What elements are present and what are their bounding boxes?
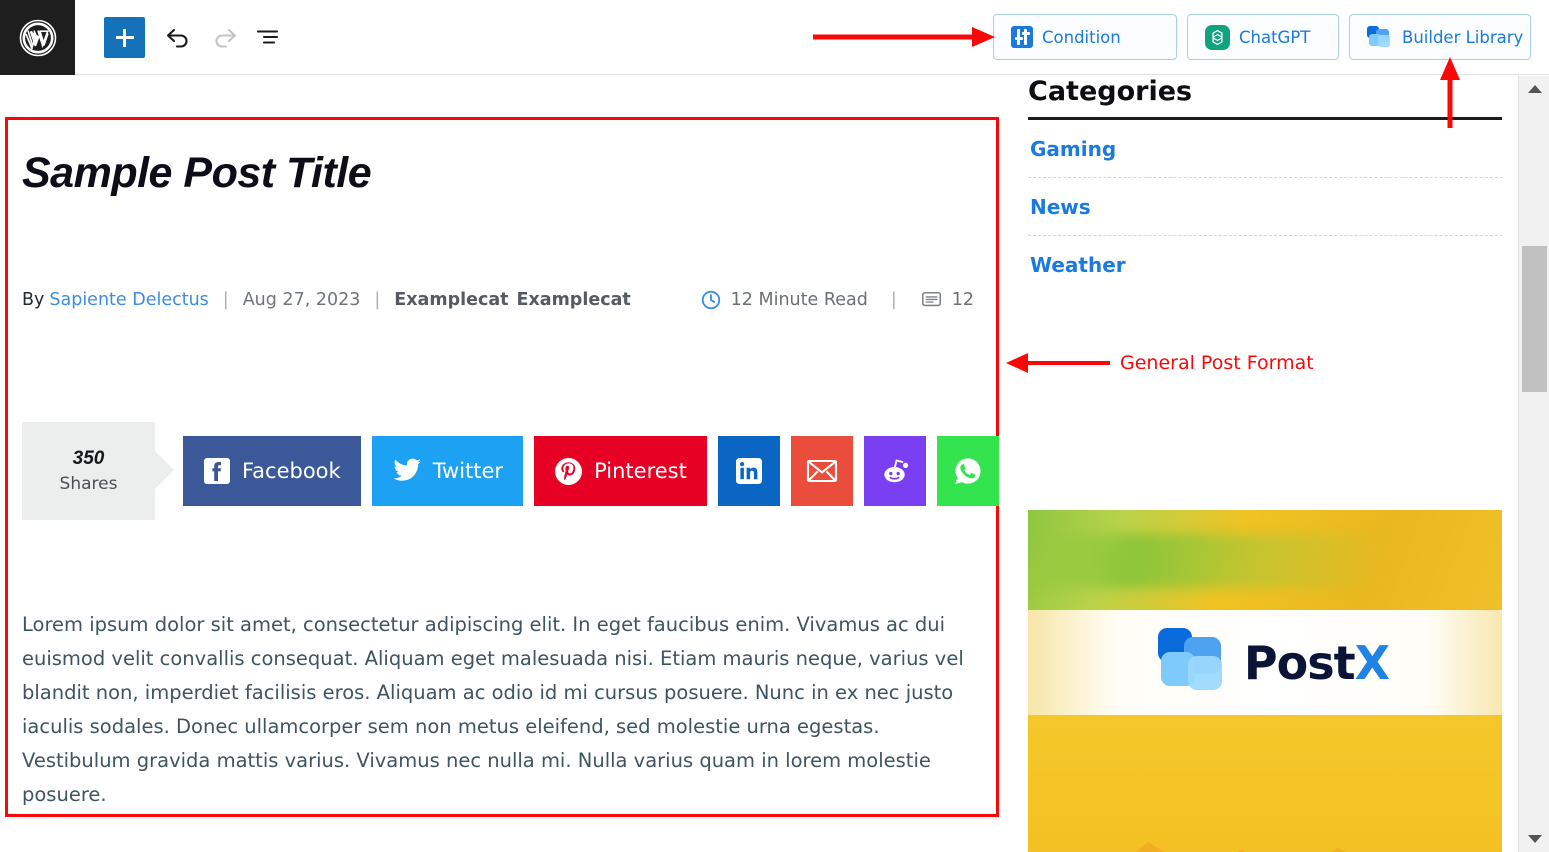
sidebar: Categories Gaming 6 News 2 Weather 2 bbox=[1028, 76, 1502, 293]
redo-icon bbox=[215, 28, 237, 48]
categories-widget-title: Categories bbox=[1028, 76, 1193, 107]
scroll-down-button[interactable] bbox=[1519, 826, 1549, 852]
share-count-label: Shares bbox=[59, 474, 118, 494]
meta-categories: Examplecat Examplecat bbox=[394, 290, 638, 310]
share-twitter-button[interactable]: Twitter bbox=[371, 436, 524, 506]
pinterest-icon bbox=[555, 457, 583, 485]
undo-button[interactable] bbox=[158, 17, 198, 57]
postx-logo-icon bbox=[1156, 627, 1230, 698]
chatgpt-button[interactable]: ChatGPT bbox=[1187, 14, 1339, 60]
reddit-icon bbox=[884, 459, 909, 483]
clock-icon bbox=[701, 291, 720, 310]
linkedin-icon bbox=[735, 458, 762, 484]
sidebar-item-weather[interactable]: Weather 2 bbox=[1028, 236, 1502, 293]
condition-button-label: Condition bbox=[1042, 27, 1121, 47]
share-reddit-button[interactable] bbox=[863, 436, 926, 506]
twitter-icon bbox=[393, 458, 421, 481]
postx-promo-banner[interactable]: PostX Gutenberg POST BLOCKS bbox=[1028, 510, 1502, 852]
share-bar: 350 Shares Facebook Twitter Pinterest bbox=[22, 422, 999, 520]
chevron-down-icon bbox=[1527, 835, 1542, 843]
share-email-button[interactable] bbox=[790, 436, 853, 506]
meta-right-group: 12 Minute Read | 12 bbox=[700, 289, 974, 311]
postx-wordmark-last: X bbox=[1354, 635, 1390, 690]
share-twitter-label: Twitter bbox=[432, 459, 504, 483]
redo-button[interactable] bbox=[205, 17, 245, 57]
meta-separator: | bbox=[374, 290, 381, 311]
list-view-button[interactable] bbox=[248, 17, 288, 57]
scrollbar-thumb[interactable] bbox=[1522, 246, 1547, 392]
share-count-number: 350 bbox=[72, 448, 105, 469]
chevron-up-icon bbox=[1527, 85, 1542, 93]
meta-author-link[interactable]: Sapiente Delectus bbox=[49, 290, 208, 310]
banner-bottom-gradient: Gutenberg POST BLOCKS bbox=[1028, 715, 1502, 852]
postx-logo-icon bbox=[1367, 26, 1393, 48]
condition-button[interactable]: Condition bbox=[993, 14, 1177, 60]
facebook-icon bbox=[204, 458, 230, 484]
meta-date: Aug 27, 2023 bbox=[242, 290, 361, 311]
add-block-button[interactable] bbox=[104, 17, 145, 58]
meta-separator: | bbox=[890, 290, 897, 311]
editor-canvas: Sample Post Title By Sapiente Delectus |… bbox=[0, 76, 1502, 852]
share-facebook-label: Facebook bbox=[242, 459, 341, 483]
categories-list: Gaming 6 News 2 Weather 2 bbox=[1028, 120, 1502, 293]
chatgpt-icon bbox=[1205, 24, 1230, 50]
banner-logo-band: PostX bbox=[1028, 610, 1502, 715]
list-view-icon bbox=[256, 30, 279, 44]
whatsapp-icon bbox=[955, 458, 981, 484]
vertical-scrollbar[interactable] bbox=[1518, 76, 1549, 852]
meta-category-1[interactable]: Examplecat bbox=[394, 290, 508, 310]
meta-category-2[interactable]: Examplecat bbox=[517, 290, 631, 310]
post-block[interactable]: Sample Post Title By Sapiente Delectus |… bbox=[5, 117, 999, 817]
builder-library-button[interactable]: Builder Library bbox=[1349, 14, 1531, 60]
builder-library-button-label: Builder Library bbox=[1402, 27, 1524, 47]
chatgpt-button-label: ChatGPT bbox=[1239, 27, 1311, 47]
meta-separator: | bbox=[222, 290, 229, 311]
category-label: Gaming bbox=[1030, 137, 1117, 161]
postx-wordmark-first: Post bbox=[1243, 635, 1356, 690]
meta-comment-count: 12 bbox=[951, 290, 974, 311]
share-linkedin-button[interactable] bbox=[717, 436, 780, 506]
wordpress-logo-button[interactable] bbox=[0, 0, 75, 75]
email-icon bbox=[806, 459, 837, 483]
category-label: Weather bbox=[1030, 253, 1126, 277]
share-pinterest-button[interactable]: Pinterest bbox=[534, 436, 707, 506]
mountain-silhouette-icon bbox=[1135, 842, 1346, 852]
banner-top-gradient bbox=[1028, 510, 1502, 610]
wordpress-logo-icon bbox=[19, 19, 56, 56]
share-facebook-button[interactable]: Facebook bbox=[183, 436, 361, 506]
share-pinterest-label: Pinterest bbox=[594, 459, 687, 483]
share-whatsapp-button[interactable] bbox=[936, 436, 999, 506]
scroll-up-button[interactable] bbox=[1519, 76, 1549, 102]
editor-toolbar: Condition ChatGPT Builder Library bbox=[0, 0, 1549, 75]
meta-read-time: 12 Minute Read bbox=[730, 290, 868, 311]
sidebar-item-gaming[interactable]: Gaming 6 bbox=[1028, 120, 1502, 178]
share-button-group: Facebook Twitter Pinterest bbox=[183, 436, 999, 506]
condition-icon bbox=[1011, 26, 1033, 48]
post-body-text[interactable]: Lorem ipsum dolor sit amet, consectetur … bbox=[22, 608, 984, 812]
sidebar-item-news[interactable]: News 2 bbox=[1028, 178, 1502, 236]
comment-icon bbox=[921, 292, 941, 307]
postx-wordmark: PostX bbox=[1243, 635, 1390, 690]
undo-icon bbox=[166, 28, 188, 48]
post-meta-row: By Sapiente Delectus | Aug 27, 2023 | Ex… bbox=[22, 289, 974, 311]
share-count-box: 350 Shares bbox=[22, 422, 174, 520]
category-label: News bbox=[1030, 195, 1091, 219]
meta-by-label: By bbox=[22, 290, 45, 311]
post-title[interactable]: Sample Post Title bbox=[22, 149, 974, 197]
